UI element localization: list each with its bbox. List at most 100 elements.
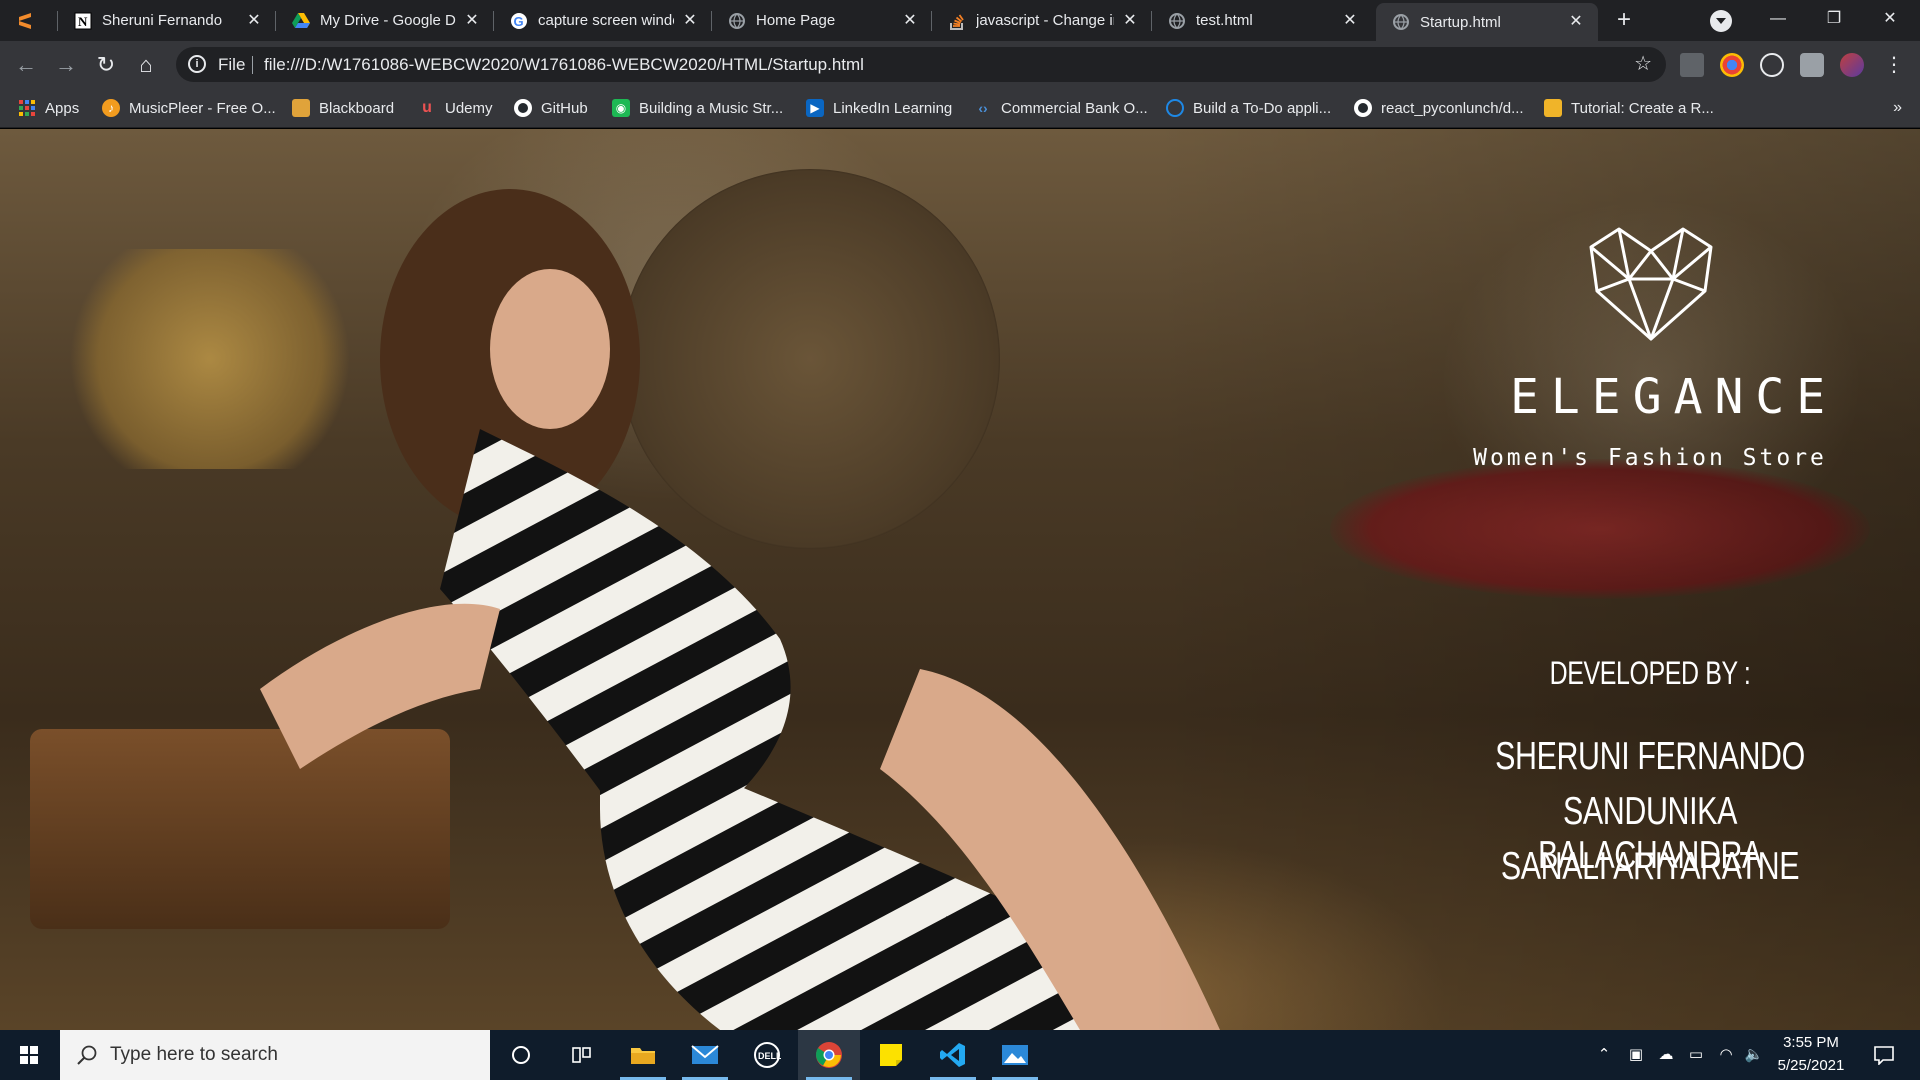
svg-text:N: N: [78, 14, 88, 29]
bookmark-udemy[interactable]: u Udemy: [418, 88, 492, 128]
tab-my-drive[interactable]: My Drive - Google D ✕: [276, 0, 494, 41]
battery-icon[interactable]: ▭: [1682, 1030, 1710, 1080]
minimize-button[interactable]: —: [1750, 0, 1806, 41]
clock-date[interactable]: 5/25/2021: [1766, 1057, 1856, 1074]
close-icon[interactable]: ✕: [1566, 12, 1586, 32]
bookmark-todo-app[interactable]: Build a To-Do appli...: [1166, 88, 1331, 128]
cortana-button[interactable]: [490, 1030, 552, 1080]
close-window-button[interactable]: ✕: [1862, 0, 1918, 41]
tab-test-html[interactable]: test.html ✕: [1152, 0, 1372, 41]
globe-icon: [728, 12, 746, 30]
hero-section: ELEGANCE Women's Fashion Store DEVELOPED…: [0, 129, 1920, 1030]
globe-icon: [1168, 12, 1186, 30]
home-button[interactable]: ⌂: [130, 49, 162, 81]
bookmark-tutorial[interactable]: Tutorial: Create a R...: [1544, 88, 1714, 128]
bookmark-musicpleer[interactable]: ♪ MusicPleer - Free O...: [102, 88, 276, 128]
music-app-icon: ◉: [612, 99, 630, 117]
tab-sheruni-fernando[interactable]: N Sheruni Fernando ✕: [58, 0, 276, 41]
info-icon[interactable]: i: [188, 55, 206, 73]
onedrive-icon[interactable]: ☁: [1652, 1030, 1680, 1080]
extension-printer-icon[interactable]: [1680, 53, 1704, 77]
taskbar-vscode[interactable]: [922, 1030, 984, 1080]
close-icon[interactable]: ✕: [462, 11, 482, 31]
extension-color-icon[interactable]: [1720, 53, 1744, 77]
package-icon: [1544, 99, 1562, 117]
scheme-divider: [252, 56, 253, 74]
taskbar-search-box[interactable]: Type here to search: [60, 1030, 490, 1080]
bookmark-react-pyconlunch[interactable]: react_pyconlunch/d...: [1354, 88, 1524, 128]
close-icon[interactable]: ✕: [680, 11, 700, 31]
close-icon[interactable]: ✕: [900, 11, 920, 31]
clock-time[interactable]: 3:55 PM: [1766, 1034, 1856, 1051]
taskbar-dell[interactable]: DELL: [736, 1030, 798, 1080]
dell-icon: DELL: [754, 1042, 781, 1068]
profile-avatar[interactable]: [1840, 53, 1864, 77]
bookmark-blackboard[interactable]: Blackboard: [292, 88, 394, 128]
taskbar-chrome[interactable]: [798, 1030, 860, 1080]
svg-text:G: G: [514, 14, 524, 29]
back-button[interactable]: ←: [10, 49, 42, 81]
volume-icon[interactable]: 🔈: [1740, 1030, 1768, 1080]
start-button[interactable]: [0, 1030, 58, 1080]
apps-grid-icon: [18, 99, 36, 117]
wifi-icon[interactable]: ◠: [1712, 1030, 1740, 1080]
bookmark-label: LinkedIn Learning: [833, 99, 953, 117]
github-icon: [514, 99, 532, 117]
close-icon[interactable]: ✕: [1340, 11, 1360, 31]
bookmark-star-icon[interactable]: ☆: [1634, 47, 1652, 82]
browser-menu-icon[interactable]: ⋮: [1878, 49, 1910, 81]
google-icon: G: [510, 12, 528, 30]
address-bar[interactable]: i File file:///D:/W1761086-WEBCW2020/W17…: [176, 47, 1666, 82]
bookmark-linkedin-learning[interactable]: ▶ LinkedIn Learning: [806, 88, 952, 128]
bookmarks-bar: Apps ♪ MusicPleer - Free O... Blackboard…: [0, 88, 1920, 128]
close-icon[interactable]: ✕: [1120, 11, 1140, 31]
taskbar-file-explorer[interactable]: [612, 1030, 674, 1080]
bookmark-apps[interactable]: Apps: [18, 88, 79, 128]
brand-name: ELEGANCE: [1510, 369, 1838, 425]
brand-tagline: Women's Fashion Store: [1473, 445, 1827, 471]
tray-overflow-button[interactable]: ⌃: [1590, 1030, 1618, 1080]
meet-now-icon[interactable]: ▣: [1622, 1030, 1650, 1080]
developer-name: SANALI ARIYARATNE: [1500, 845, 1800, 888]
tab-title: My Drive - Google D: [320, 12, 456, 29]
notion-icon: N: [74, 12, 92, 30]
tab-sublime[interactable]: [0, 0, 58, 41]
task-view-button[interactable]: [550, 1030, 612, 1080]
taskbar-photos[interactable]: [984, 1030, 1046, 1080]
tab-javascript[interactable]: javascript - Change ir ✕: [932, 0, 1152, 41]
fox-logo-icon: [1589, 227, 1713, 341]
todo-app-icon: [1166, 99, 1184, 117]
extensions-puzzle-icon[interactable]: [1800, 53, 1824, 77]
reload-button[interactable]: ↻: [90, 49, 122, 81]
bookmark-music-streaming[interactable]: ◉ Building a Music Str...: [612, 88, 783, 128]
close-icon[interactable]: ✕: [244, 11, 264, 31]
bank-icon: ‹›: [978, 100, 988, 116]
bookmarks-overflow-button[interactable]: »: [1893, 88, 1902, 128]
vscode-icon: [940, 1043, 965, 1067]
extension-react-icon[interactable]: [1760, 53, 1784, 77]
windows-logo-icon: [20, 1046, 38, 1064]
tab-startup-html[interactable]: Startup.html ✕: [1376, 3, 1598, 41]
url-text[interactable]: file:///D:/W1761086-WEBCW2020/W1761086-W…: [264, 47, 864, 82]
browser-toolbar: ← → ↻ ⌂ i File file:///D:/W1761086-WEBCW…: [0, 41, 1920, 88]
tab-search-button[interactable]: [1710, 10, 1732, 32]
new-tab-button[interactable]: +: [1610, 6, 1638, 34]
bookmark-commercial-bank[interactable]: ‹› Commercial Bank O...: [974, 88, 1147, 128]
taskbar-sticky-notes[interactable]: [860, 1030, 922, 1080]
folder-icon: [631, 1048, 655, 1064]
taskbar-mail[interactable]: [674, 1030, 736, 1080]
svg-text:DELL: DELL: [758, 1051, 781, 1061]
tab-title: Sheruni Fernando: [102, 12, 223, 29]
tab-capture-screen[interactable]: G capture screen windo ✕: [494, 0, 712, 41]
chrome-icon: [816, 1042, 842, 1068]
forward-button[interactable]: →: [50, 49, 82, 81]
restore-button[interactable]: ❐: [1806, 0, 1862, 41]
github-icon: [1354, 99, 1372, 117]
tab-title: capture screen windo: [538, 12, 674, 29]
musicpleer-icon: ♪: [102, 99, 120, 117]
tab-home-page[interactable]: Home Page ✕: [712, 0, 932, 41]
photos-icon: [1002, 1045, 1028, 1065]
developer-name: SHERUNI FERNANDO: [1495, 735, 1805, 778]
bookmark-github[interactable]: GitHub: [514, 88, 588, 128]
notification-center-icon[interactable]: [1864, 1030, 1904, 1080]
